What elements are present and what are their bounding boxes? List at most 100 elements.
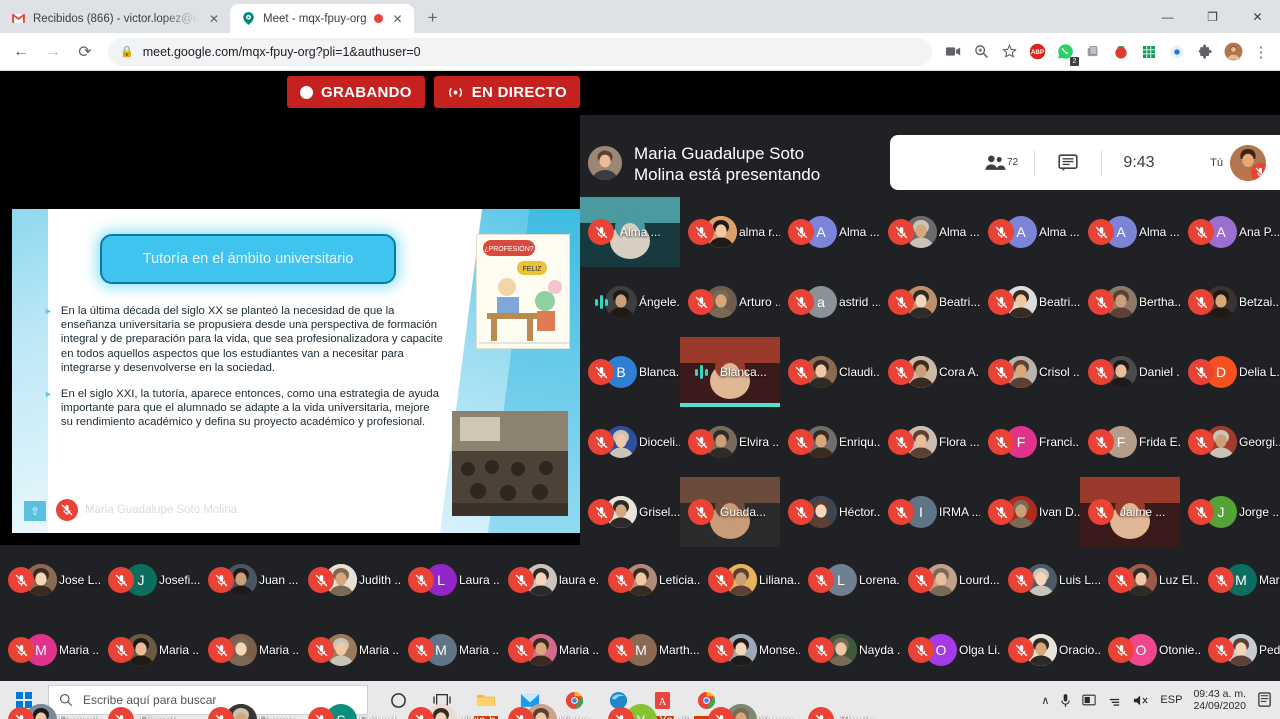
zoom-icon[interactable]	[968, 39, 994, 65]
participant-tile[interactable]: Alma ...	[580, 197, 680, 267]
notifications-icon[interactable]	[1257, 692, 1272, 708]
bookmark-star-icon[interactable]	[996, 39, 1022, 65]
participant-tile[interactable]: O Otonie...	[1100, 615, 1200, 685]
whatsapp-extension-icon[interactable]: 2	[1052, 39, 1079, 66]
participant-tile[interactable]: Crisol ...	[980, 337, 1080, 407]
participant-tile[interactable]: Oracio...	[1000, 615, 1100, 685]
participant-tile[interactable]: OOlga Li...	[900, 615, 1000, 685]
close-window-button[interactable]: ✕	[1235, 0, 1280, 33]
adblock-icon[interactable]: ABP	[1024, 39, 1050, 65]
participant-tile[interactable]: MMarcel...	[1200, 545, 1280, 615]
participant-tile[interactable]: J Josefi...	[100, 545, 200, 615]
back-icon[interactable]: ←	[6, 37, 36, 67]
new-tab-button[interactable]: +	[419, 4, 447, 32]
participant-tile[interactable]: BBlanca...	[580, 337, 680, 407]
participant-tile[interactable]: Maria ...	[100, 615, 200, 685]
participant-tile[interactable]: Judith ...	[300, 545, 400, 615]
participant-tile[interactable]: Jaime ...	[1080, 477, 1180, 547]
participant-tile[interactable]: M Maria ...	[0, 615, 100, 685]
grid-extension-icon[interactable]	[1136, 39, 1162, 65]
mic-off-icon	[688, 289, 714, 315]
display-icon[interactable]	[1082, 694, 1097, 706]
participant-tile[interactable]: a astrid ...	[780, 267, 880, 337]
participant-tile[interactable]: Maria ...	[500, 615, 600, 685]
mic-off-icon	[108, 637, 134, 663]
participant-tile[interactable]: Monse...	[700, 615, 800, 685]
chrome-menu-icon[interactable]: ⋮	[1248, 39, 1274, 65]
language-indicator[interactable]: ESP	[1160, 694, 1182, 706]
participant-tile[interactable]: Elvira ...	[680, 407, 780, 477]
participant-tile[interactable]: Beatri...	[980, 267, 1080, 337]
participant-tile[interactable]: Beatri...	[880, 267, 980, 337]
tomato-extension-icon[interactable]	[1108, 39, 1134, 65]
participant-tile[interactable]: M Marth...	[600, 615, 700, 685]
participant-tile[interactable]: Ivan D...	[980, 477, 1080, 547]
participant-tile[interactable]: A Ana P...	[1180, 197, 1280, 267]
participant-tile[interactable]: Blanca...	[680, 337, 780, 407]
wifi-icon[interactable]	[1107, 694, 1122, 706]
participant-tile[interactable]: Daniel ...	[1080, 337, 1180, 407]
participant-tile[interactable]: LLorena...	[800, 545, 900, 615]
participant-tile[interactable]: Alma ...	[880, 197, 980, 267]
participant-tile[interactable]: Pedro ...	[1200, 615, 1280, 685]
participant-tile[interactable]: I IRMA ...	[880, 477, 980, 547]
participant-tile[interactable]: Claudi...	[780, 337, 880, 407]
extensions-puzzle-icon[interactable]	[1192, 39, 1218, 65]
participant-tile[interactable]: Bertha...	[1080, 267, 1180, 337]
profile-avatar[interactable]	[1220, 39, 1246, 65]
participant-tile[interactable]: Leticia...	[600, 545, 700, 615]
participant-tile[interactable]: Liliana...	[700, 545, 800, 615]
participant-tile[interactable]: Arturo ...	[680, 267, 780, 337]
address-bar[interactable]: 🔒 meet.google.com/mqx-fpuy-org?pli=1&aut…	[108, 37, 932, 66]
participant-tile[interactable]: DDelia L...	[1180, 337, 1280, 407]
participant-tile[interactable]: J Jorge ...	[1180, 477, 1280, 547]
tray-chevron-icon[interactable]: ∧	[1041, 694, 1049, 707]
participant-tile[interactable]: Maria ...	[300, 615, 400, 685]
taskbar-clock[interactable]: 09:43 a. m. 24/09/2020	[1193, 688, 1246, 712]
participant-tile[interactable]: Enriqu...	[780, 407, 880, 477]
participant-tile[interactable]: Betzai...	[1180, 267, 1280, 337]
minimize-button[interactable]: —	[1145, 0, 1190, 33]
participant-tile[interactable]: Jose L...	[0, 545, 100, 615]
participant-tile[interactable]: Lourd...	[900, 545, 1000, 615]
participant-tile[interactable]: L Laura ...	[400, 545, 500, 615]
participant-tile[interactable]: laura e...	[500, 545, 600, 615]
participant-tile[interactable]: Dioceli...	[580, 407, 680, 477]
close-icon[interactable]: ✕	[206, 11, 222, 27]
participants-button[interactable]: 72	[968, 135, 1034, 190]
participant-tile[interactable]: F Franci...	[980, 407, 1080, 477]
browser-tab-gmail[interactable]: Recibidos (866) - victor.lopez@u... ✕	[0, 4, 230, 33]
maximize-button[interactable]: ❐	[1190, 0, 1235, 33]
participant-tile[interactable]: Guada...	[680, 477, 780, 547]
participant-tile[interactable]: Héctor...	[780, 477, 880, 547]
expand-up-icon[interactable]: ⇧	[24, 501, 46, 521]
participant-tile[interactable]: alma r...	[680, 197, 780, 267]
participant-tile[interactable]: Georgi...	[1180, 407, 1280, 477]
participant-tile[interactable]: A Alma ...	[1080, 197, 1180, 267]
forward-icon[interactable]: →	[38, 37, 68, 67]
participant-tile[interactable]: Grisel...	[580, 477, 680, 547]
screenshot-extension-icon[interactable]	[1080, 39, 1106, 65]
participant-tile[interactable]: A Alma ...	[780, 197, 880, 267]
self-view-tile[interactable]: Tú	[1176, 135, 1272, 190]
reload-icon[interactable]: ⟳	[70, 37, 100, 67]
participant-tile[interactable]: Flora ...	[880, 407, 980, 477]
chat-button[interactable]	[1035, 135, 1101, 190]
volume-mute-icon[interactable]	[1133, 694, 1149, 707]
participant-tile[interactable]: FFrida E...	[1080, 407, 1180, 477]
participant-tile[interactable]: Nayda ...	[800, 615, 900, 685]
participant-tile[interactable]: Juan ...	[200, 545, 300, 615]
record-extension-icon[interactable]	[1164, 39, 1190, 65]
participant-tile[interactable]: Luis L...	[1000, 545, 1100, 615]
participant-tile[interactable]: M Maria ...	[400, 615, 500, 685]
presentation-stage[interactable]: Tutoría en el ámbito universitario ► En …	[0, 115, 580, 545]
participant-tile[interactable]: Cora A...	[880, 337, 980, 407]
participant-tile[interactable]: Ángele...	[580, 267, 680, 337]
participant-tile[interactable]: Maria ...	[200, 615, 300, 685]
participant-tile[interactable]: Luz El...	[1100, 545, 1200, 615]
browser-tab-meet[interactable]: Meet - mqx-fpuy-org ✕	[230, 4, 414, 33]
participant-tile[interactable]: A Alma ...	[980, 197, 1080, 267]
cast-icon[interactable]	[940, 39, 966, 65]
close-icon[interactable]: ✕	[390, 11, 406, 27]
mic-icon[interactable]	[1060, 693, 1071, 708]
